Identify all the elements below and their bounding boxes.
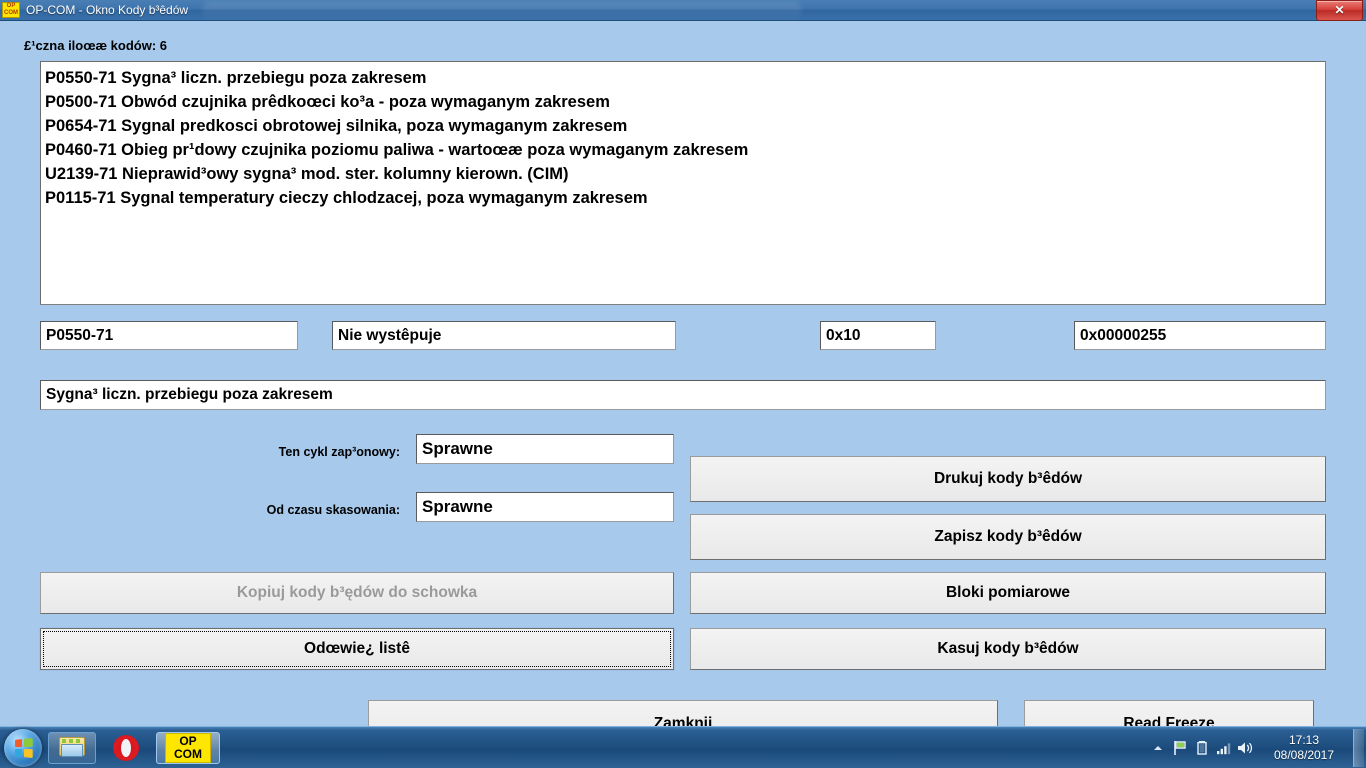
op-com-taskbar-line-2: COM [174,748,202,761]
op-com-window: OP COM OP-COM - Okno Kody b³êdów ✕ £¹czn… [0,0,1366,768]
window-client-area: £¹czna iloœæ kodów: 6 P0550-71 Sygna³ li… [0,22,1366,726]
network-signal-icon[interactable] [1213,735,1235,761]
fault-code-list[interactable]: P0550-71 Sygna³ liczn. przebiegu poza za… [40,61,1326,305]
op-com-icon: OP COM [165,733,211,763]
list-item[interactable]: U2139-71 Nieprawid³owy sygna³ mod. ster.… [45,162,1325,186]
close-window-button[interactable]: ✕ [1316,0,1363,21]
selected-code-status-field[interactable]: Nie wystêpuje [332,321,676,350]
current-cycle-value-field[interactable]: Sprawne [416,434,674,464]
copy-codes-to-clipboard-button: Kopiuj kody b³ędów do schowka [40,572,674,614]
taskbar-item-opera[interactable] [102,732,150,764]
op-com-window-icon: OP COM [2,2,20,18]
clock-time: 17:13 [1261,733,1347,748]
refresh-list-button-label: Odœwie¿ listê [304,640,410,658]
obscured-titlebar-region [202,2,802,18]
op-com-icon-line-1: OP [7,3,16,10]
taskbar-item-op-com[interactable]: OP COM [156,732,220,764]
list-item[interactable]: P0460-71 Obieg pr¹dowy czujnika poziomu … [45,138,1325,162]
save-codes-button[interactable]: Zapisz kody b³êdów [690,514,1326,560]
volume-speaker-icon[interactable] [1235,735,1257,761]
taskbar-item-file-explorer[interactable] [48,732,96,764]
list-item[interactable]: P0500-71 Obwód czujnika prêdkoœci ko³a -… [45,90,1325,114]
measuring-blocks-button[interactable]: Bloki pomiarowe [690,572,1326,614]
system-tray: 17:13 08/08/2017 [1147,727,1366,768]
show-desktop-button[interactable] [1353,729,1364,767]
clock[interactable]: 17:13 08/08/2017 [1261,733,1347,763]
code-hex-raw-field[interactable]: 0x00000255 [1074,321,1326,350]
print-codes-button[interactable]: Drukuj kody b³êdów [690,456,1326,502]
code-description-field[interactable]: Sygna³ liczn. przebiegu poza zakresem [40,380,1326,410]
list-item[interactable]: P0654-71 Sygnal predkosci obrotowej siln… [45,114,1325,138]
list-item[interactable]: P0550-71 Sygna³ liczn. przebiegu poza za… [45,66,1325,90]
total-codes-label: £¹czna iloœæ kodów: 6 [24,38,167,53]
code-hex-byte-field[interactable]: 0x10 [820,321,936,350]
action-center-flag-icon[interactable] [1169,735,1191,761]
windows-logo-icon [15,738,33,758]
window-titlebar: OP COM OP-COM - Okno Kody b³êdów ✕ [0,0,1366,21]
current-cycle-label: Ten cykl zap³onowy: [195,445,400,459]
start-button[interactable] [4,729,42,767]
window-title: OP-COM - Okno Kody b³êdów [26,3,188,17]
opera-icon [113,735,139,761]
show-hidden-icons-chevron-up-icon[interactable] [1147,735,1169,761]
since-cleared-value-field[interactable]: Sprawne [416,492,674,522]
op-com-taskbar-line-1: OP [179,735,196,748]
selected-code-field[interactable]: P0550-71 [40,321,298,350]
since-cleared-label: Od czasu skasowania: [195,503,400,517]
refresh-list-button[interactable]: Odœwie¿ listê [40,628,674,670]
windows-taskbar: OP COM [0,726,1366,768]
op-com-icon-line-2: COM [4,10,18,17]
list-item[interactable]: P0115-71 Sygnal temperatury cieczy chlod… [45,186,1325,210]
folder-icon [59,737,85,758]
clock-date: 08/08/2017 [1261,748,1347,763]
clear-codes-button[interactable]: Kasuj kody b³êdów [690,628,1326,670]
battery-icon[interactable] [1191,735,1213,761]
